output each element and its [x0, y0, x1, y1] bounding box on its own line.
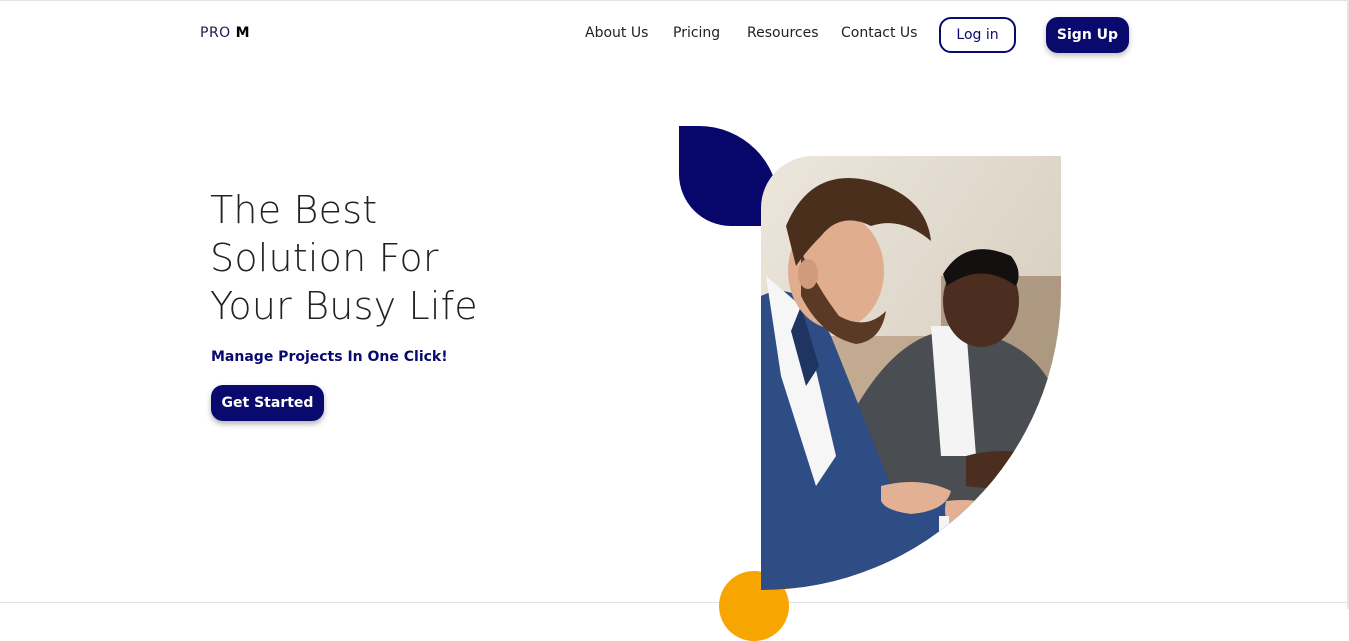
top-border: [0, 0, 1349, 1]
logo-mark: M: [235, 25, 251, 41]
get-started-button[interactable]: Get Started: [211, 385, 324, 421]
bottom-border: [0, 602, 1349, 603]
logo[interactable]: PRO M: [200, 25, 250, 41]
hero-title-line-3: Your Busy Life: [210, 284, 478, 328]
hero-title-line-2: Solution For: [210, 236, 439, 280]
nav-pricing[interactable]: Pricing: [673, 25, 720, 41]
hero-subtitle: Manage Projects In One Click!: [211, 349, 448, 365]
signup-button[interactable]: Sign Up: [1046, 17, 1129, 53]
logo-text: PRO: [200, 25, 231, 41]
nav-about-us[interactable]: About Us: [585, 25, 648, 41]
login-button[interactable]: Log in: [939, 17, 1016, 53]
hero-title: The Best Solution For Your Busy Life: [210, 186, 478, 330]
hero-photo: [761, 156, 1061, 590]
two-businessmen-illustration: [761, 156, 1061, 590]
nav-resources[interactable]: Resources: [747, 25, 819, 41]
nav-contact-us[interactable]: Contact Us: [841, 25, 917, 41]
hero-title-line-1: The Best: [210, 188, 378, 232]
